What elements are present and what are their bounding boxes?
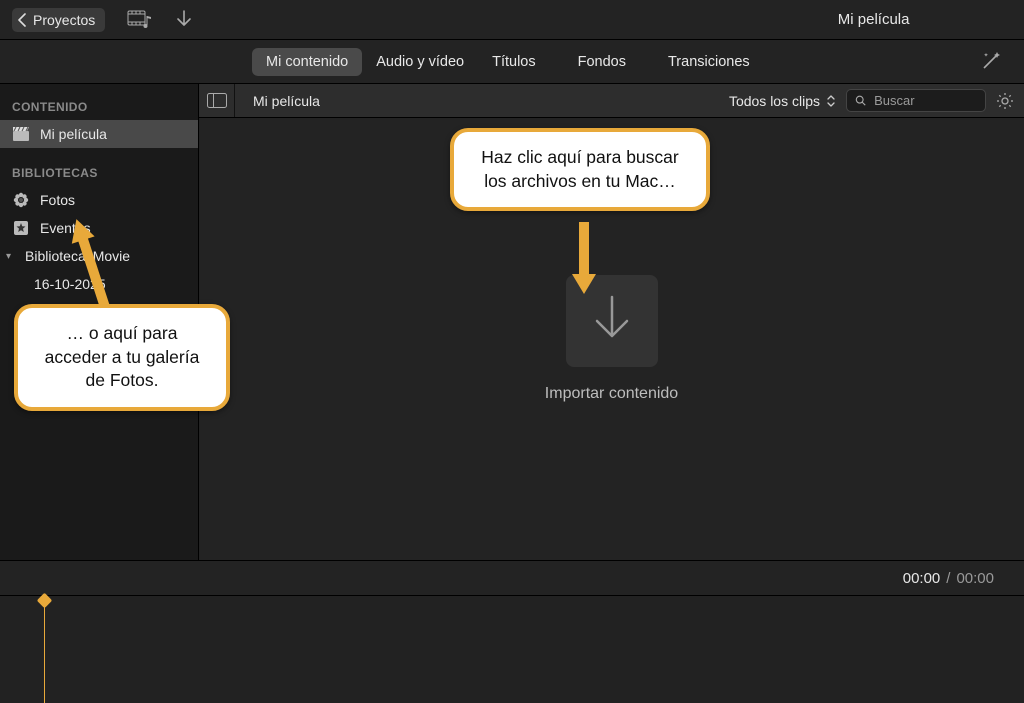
browser-project-name: Mi película (245, 93, 320, 109)
browser-tabbar: Mi contenido Audio y vídeo Títulos Fondo… (0, 40, 1024, 84)
browser-header: Mi película Todos los clips (199, 84, 1024, 118)
sidebar-item-label: Fotos (40, 192, 75, 208)
gear-icon (996, 92, 1014, 110)
sidebar-layout-icon (207, 93, 227, 108)
timecode-current: 00:00 (903, 570, 941, 587)
clip-filter-label: Todos los clips (729, 93, 820, 109)
filmstrip-music-icon (127, 10, 153, 30)
search-input[interactable] (872, 92, 977, 109)
import-button[interactable] (175, 10, 193, 30)
playhead[interactable] (44, 596, 45, 703)
back-projects-button[interactable]: Proyectos (12, 8, 105, 32)
back-label: Proyectos (33, 12, 95, 28)
tab-transitions[interactable]: Transiciones (654, 48, 764, 76)
chevron-down-icon: ▾ (6, 251, 11, 262)
tab-titles[interactable]: Títulos (478, 48, 550, 76)
timecode-total: 00:00 (956, 570, 994, 587)
star-icon (12, 220, 30, 236)
media-library-button[interactable] (127, 10, 153, 30)
sidebar-item-photos[interactable]: Fotos (0, 186, 198, 214)
sidebar-item-my-movie[interactable]: Mi película (0, 120, 198, 148)
sidebar-toggle-button[interactable] (199, 84, 235, 117)
sidebar-item-events[interactable]: Eventos (0, 214, 198, 242)
sidebar-header-content: CONTENIDO (0, 96, 198, 120)
browser-search[interactable] (846, 89, 986, 112)
download-arrow-icon (589, 293, 635, 349)
timecode-separator: / (946, 570, 950, 587)
tab-backgrounds[interactable]: Fondos (564, 48, 640, 76)
import-content-label: Importar contenido (545, 385, 678, 403)
window-title: Mi película (735, 11, 1012, 28)
timeline[interactable] (0, 595, 1024, 703)
sidebar-header-libraries: BIBLIOTECAS (0, 162, 198, 186)
sidebar-item-label: Mi película (40, 126, 107, 142)
annotation-callout-import: Haz clic aquí para buscar los archivos e… (450, 128, 710, 211)
annotation-callout-photos: … o aquí para acceder a tu galería de Fo… (14, 304, 230, 411)
clapperboard-icon (12, 127, 30, 141)
clip-filter-dropdown[interactable]: Todos los clips (729, 93, 836, 109)
download-arrow-icon (175, 10, 193, 30)
tab-my-content[interactable]: Mi contenido (252, 48, 362, 76)
updown-chevron-icon (826, 94, 836, 108)
magic-wand-icon (980, 50, 1002, 72)
search-icon (855, 94, 866, 107)
timeline-header: 00:00 / 00:00 (0, 560, 1024, 595)
browser-settings-button[interactable] (996, 92, 1014, 110)
top-toolbar: Proyectos Mi película (0, 0, 1024, 40)
tab-audio-video[interactable]: Audio y vídeo (362, 48, 478, 76)
chevron-left-icon (18, 13, 27, 27)
annotation-arrow-icon (570, 222, 598, 296)
import-placeholder: Importar contenido (545, 275, 678, 403)
enhance-wand-button[interactable] (980, 50, 1002, 72)
photos-flower-icon (12, 192, 30, 208)
